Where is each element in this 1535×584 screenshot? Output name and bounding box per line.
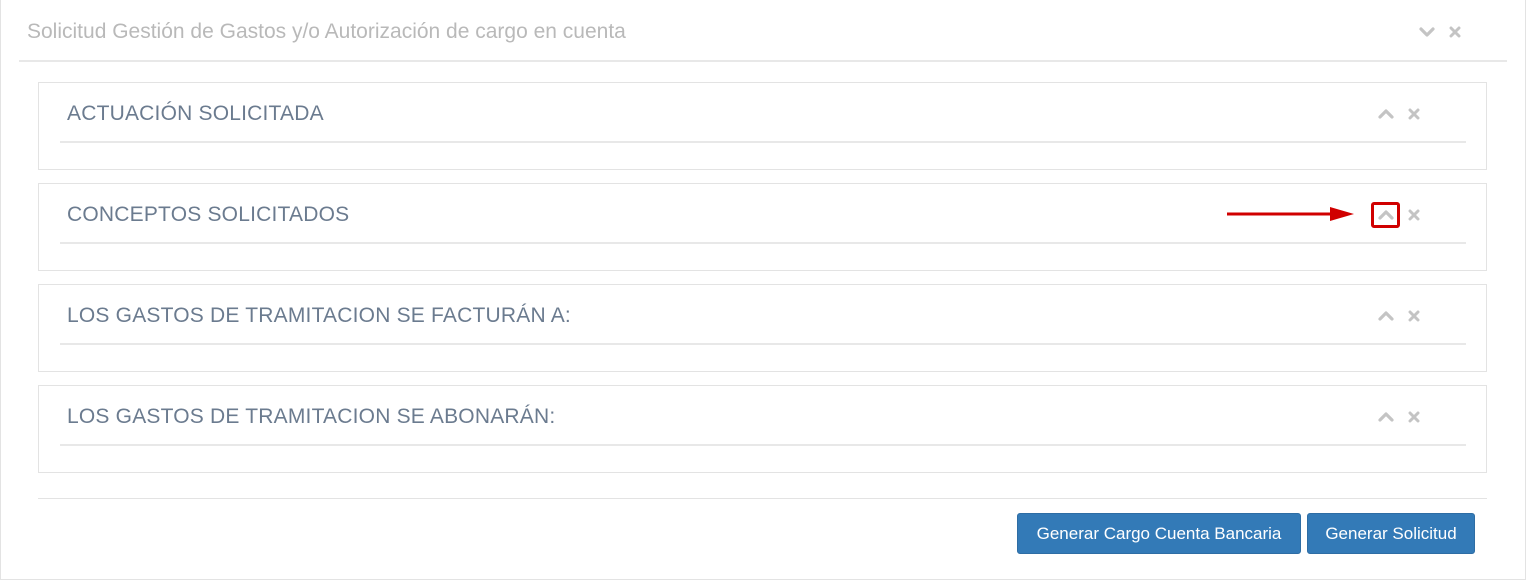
chevron-up-icon[interactable] bbox=[1376, 407, 1396, 427]
section-gastos-abonaran: LOS GASTOS DE TRAMITACION SE ABONARÁN: bbox=[38, 385, 1487, 473]
section-title: CONCEPTOS SOLICITADOS bbox=[67, 203, 350, 226]
close-icon[interactable] bbox=[1404, 104, 1424, 124]
section-header: LOS GASTOS DE TRAMITACION SE ABONARÁN: bbox=[60, 386, 1466, 446]
chevron-up-icon[interactable] bbox=[1376, 205, 1396, 225]
generate-request-button[interactable]: Generar Solicitud bbox=[1307, 513, 1475, 554]
section-gastos-facturan: LOS GASTOS DE TRAMITACION SE FACTURÁN A: bbox=[38, 284, 1487, 372]
section-tools bbox=[1368, 306, 1424, 326]
chevron-up-icon[interactable] bbox=[1376, 306, 1396, 326]
section-title: LOS GASTOS DE TRAMITACION SE FACTURÁN A: bbox=[67, 304, 571, 327]
footer-divider bbox=[38, 498, 1487, 499]
section-title: ACTUACIÓN SOLICITADA bbox=[67, 102, 324, 125]
section-tools bbox=[1368, 104, 1424, 124]
chevron-up-icon[interactable] bbox=[1376, 104, 1396, 124]
section-tools bbox=[1368, 205, 1424, 225]
section-conceptos-solicitados: CONCEPTOS SOLICITADOS bbox=[38, 183, 1487, 271]
section-title: LOS GASTOS DE TRAMITACION SE ABONARÁN: bbox=[67, 405, 556, 428]
panel-tools bbox=[1409, 22, 1465, 42]
section-header: CONCEPTOS SOLICITADOS bbox=[60, 184, 1466, 244]
section-tools bbox=[1368, 407, 1424, 427]
generate-bank-charge-button[interactable]: Generar Cargo Cuenta Bancaria bbox=[1017, 513, 1301, 554]
panel-title: Solicitud Gestión de Gastos y/o Autoriza… bbox=[27, 20, 626, 43]
close-icon[interactable] bbox=[1404, 205, 1424, 225]
section-header: LOS GASTOS DE TRAMITACION SE FACTURÁN A: bbox=[60, 285, 1466, 345]
close-icon[interactable] bbox=[1404, 306, 1424, 326]
close-icon[interactable] bbox=[1404, 407, 1424, 427]
close-icon[interactable] bbox=[1445, 22, 1465, 42]
panel-header: Solicitud Gestión de Gastos y/o Autoriza… bbox=[19, 0, 1507, 62]
section-actuacion-solicitada: ACTUACIÓN SOLICITADA bbox=[38, 82, 1487, 170]
section-header: ACTUACIÓN SOLICITADA bbox=[60, 83, 1466, 143]
chevron-down-icon[interactable] bbox=[1417, 22, 1437, 42]
